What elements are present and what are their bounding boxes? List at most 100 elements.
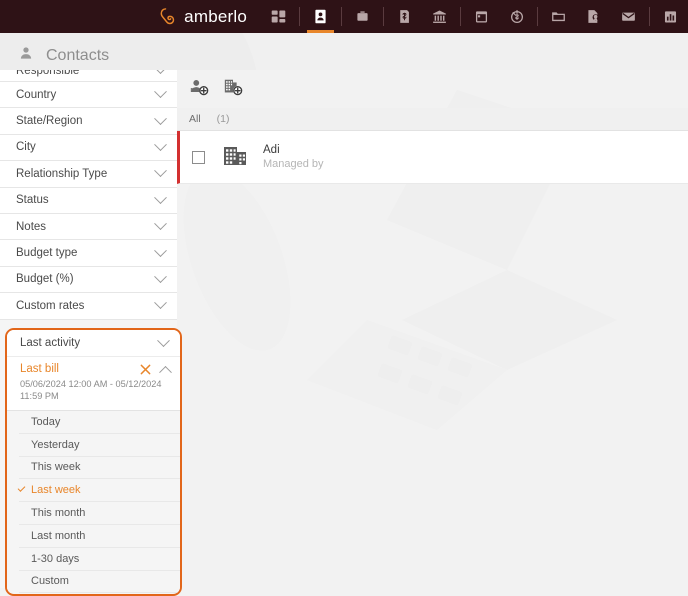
nav-documents[interactable] [541,0,576,33]
option-label: This month [31,507,86,520]
nav-mail[interactable] [611,0,646,33]
chevron-down-icon [154,85,167,99]
list-tabs: All (1) [177,108,688,131]
option-custom[interactable]: Custom [19,571,180,594]
invoice-dollar-icon [396,8,413,25]
row-checkbox[interactable] [192,150,205,164]
briefcase-icon [354,8,371,25]
nav-reports[interactable] [653,0,688,33]
option-today[interactable]: Today [19,411,180,434]
filter-row-notes[interactable]: Notes [0,213,177,241]
chevron-down-icon [154,70,167,75]
contact-name: Adi [263,144,280,156]
filter-label: Country [16,88,57,101]
check-icon [17,484,26,493]
company-building-icon [221,141,249,174]
close-x-icon[interactable] [140,364,151,375]
chevron-down-icon [154,243,167,257]
brand-name: amberlo [184,6,247,26]
nav-icon-group [261,0,688,33]
last-bill-label: Last bill [20,363,59,375]
nav-contacts[interactable] [303,0,338,33]
option-label: This week [31,461,81,474]
option-this-month[interactable]: This month [19,502,180,525]
option-label: Custom [31,575,69,588]
filter-row-country[interactable]: Country [0,82,177,109]
main-content: All (1) Adi Managed by [177,70,688,588]
nav-divider [537,7,538,26]
filter-label: City [16,141,36,154]
contact-list: Adi Managed by [177,131,688,184]
filter-label: State/Region [16,115,83,128]
chevron-down-icon [154,191,167,204]
dashboard-grid-icon [270,8,287,25]
option-yesterday[interactable]: Yesterday [19,434,180,457]
chevron-down-icon [154,164,167,178]
filter-label: Relationship Type [16,167,108,180]
filter-label: Budget (%) [16,273,74,286]
filter-row-relationship-type[interactable]: Relationship Type [0,161,177,188]
chevron-down-icon [154,270,167,283]
filter-row-responsible[interactable]: Responsible [0,70,177,82]
page-title: Contacts [46,46,110,64]
topbar-left-spacer [0,0,158,33]
filter-label: Notes [16,220,47,233]
nav-divider [649,7,650,26]
chevron-down-icon [157,333,170,347]
option-1-30-days[interactable]: 1-30 days [19,548,180,571]
brand-logo[interactable]: amberlo [158,0,261,33]
nav-time-tracking[interactable] [499,0,534,33]
document-seal-icon [585,8,602,25]
chevron-down-icon [154,138,167,152]
filter-row-status[interactable]: Status [0,187,177,214]
amberlo-logo-icon [158,6,180,28]
bank-icon [431,8,448,25]
option-this-week[interactable]: This week [19,457,180,480]
top-navigation-bar: amberlo [0,0,688,33]
last-bill-date-range: 05/06/2024 12:00 AM - 05/12/2024 11:59 P… [20,379,162,401]
tab-all-count: (1) [216,113,230,125]
last-bill-header: Last bill [20,363,172,379]
tab-all[interactable]: All [189,113,201,125]
nav-certificates[interactable] [576,0,611,33]
nav-matters[interactable] [345,0,380,33]
content-toolbar [177,70,688,108]
nav-dashboard[interactable] [261,0,296,33]
filter-row-city[interactable]: City [0,134,177,162]
table-row[interactable]: Adi Managed by [177,131,688,184]
option-label: Last week [31,484,81,497]
option-label: Last month [31,529,86,542]
filter-label: Custom rates [16,299,85,312]
filter-row-budget-percent[interactable]: Budget (%) [0,266,177,294]
option-last-month[interactable]: Last month [19,525,180,548]
add-person-button[interactable] [189,77,209,102]
nav-invoices[interactable] [387,0,422,33]
filter-label: Budget type [16,247,78,260]
filter-row-last-activity[interactable]: Last activity [7,330,180,357]
last-bill-active-filter: Last bill 05/06/2024 12:00 AM - 05/12/20… [7,357,180,411]
row-text-block: Adi Managed by [263,144,324,170]
last-bill-actions [140,364,172,379]
chevron-down-icon [154,217,167,231]
last-activity-options: Today Yesterday This week Last week This… [7,411,180,594]
last-activity-filter-group: Last activity Last bill 05/06/2024 12:00… [5,328,182,596]
filter-label: Status [16,194,49,207]
nav-accounting[interactable] [422,0,457,33]
contact-card-icon [312,8,329,25]
chevron-down-icon [154,111,167,125]
bar-chart-icon [662,8,679,25]
nav-divider [299,7,300,26]
clock-dollar-icon [508,8,525,25]
nav-divider [460,7,461,26]
chevron-down-icon [154,296,167,310]
option-last-week[interactable]: Last week [17,479,180,503]
filter-row-budget-type[interactable]: Budget type [0,240,177,267]
filter-row-state-region[interactable]: State/Region [0,108,177,135]
add-company-button[interactable] [223,77,243,102]
contact-subtitle: Managed by [263,158,324,170]
chevron-up-icon[interactable] [159,365,172,379]
filter-row-custom-rates[interactable]: Custom rates [0,293,177,320]
option-label: Yesterday [31,438,80,451]
nav-calendar[interactable] [464,0,499,33]
folder-icon [550,8,567,25]
